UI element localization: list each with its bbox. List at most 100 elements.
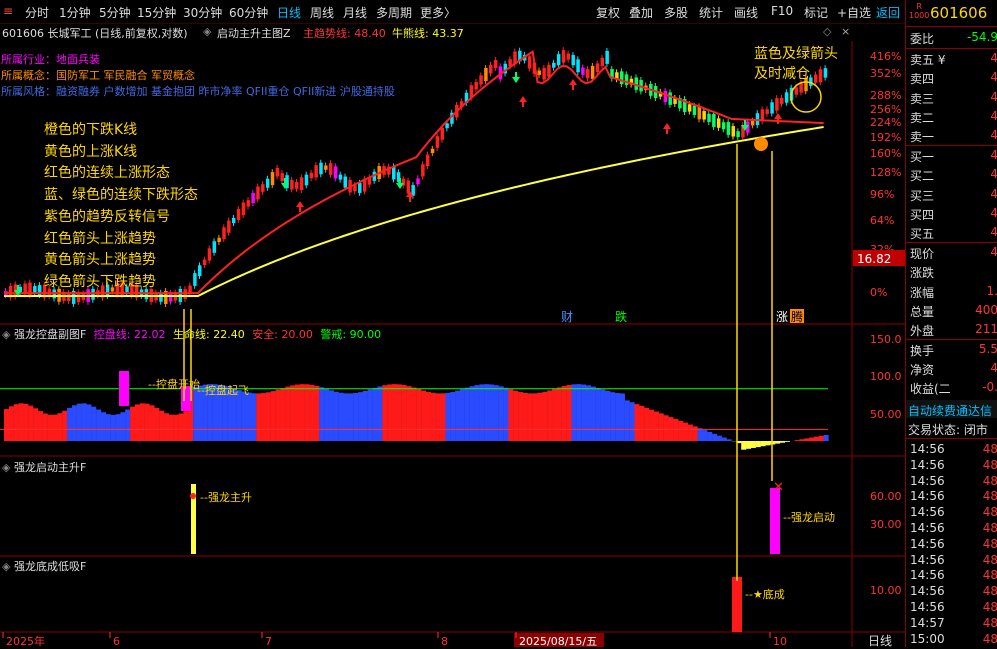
sub1-toggle-icon[interactable]: ◈ <box>2 328 14 341</box>
control-bar <box>329 390 334 441</box>
control-bar <box>780 441 785 443</box>
period-monthly[interactable]: 月线 <box>343 4 367 21</box>
candle-body <box>436 136 440 148</box>
control-bar <box>557 387 562 441</box>
period-6[interactable]: 60分钟 <box>229 4 268 21</box>
btn-zixuan[interactable]: +自选 <box>837 4 871 21</box>
candle-body <box>668 92 672 104</box>
close-icon[interactable]: × <box>841 25 850 38</box>
sub3-title[interactable]: 强龙底成低吸F <box>14 560 86 573</box>
period-more[interactable]: 更多〉 <box>420 4 456 21</box>
bull-bear-label: 牛熊线: 43.37 <box>392 25 464 41</box>
control-bar <box>683 423 688 441</box>
sub2-title[interactable]: 强龙启动主升F <box>14 461 86 474</box>
tick-time: 14:56 <box>910 505 945 519</box>
control-bar <box>280 388 285 441</box>
tick-price: 48 <box>983 458 997 472</box>
control-bar <box>567 385 572 441</box>
sub1-title[interactable]: 强龙控盘副图F <box>14 328 86 341</box>
period-weekly[interactable]: 周线 <box>310 4 334 21</box>
candle-body <box>334 166 338 178</box>
period-3[interactable]: 5分钟 <box>99 4 131 21</box>
indicator-toggle-icon[interactable]: ◈ <box>203 25 211 38</box>
indicator-name[interactable]: 启动主升主图Z <box>217 25 291 41</box>
tick-price: 48 <box>983 616 997 630</box>
control-bar <box>639 406 644 441</box>
candle-body <box>169 293 173 302</box>
candle-body <box>664 91 668 102</box>
stat-label: 收益(二 <box>910 380 951 397</box>
tick-time: 14:56 <box>910 442 945 456</box>
btn-diejia[interactable]: 叠加 <box>629 4 653 21</box>
sub-chart-bottom: 10.00--★底成 <box>732 577 902 632</box>
legend-blue-green-down: 蓝、绿色的连续下跌形态 <box>44 185 198 207</box>
candle-body <box>33 286 37 293</box>
btn-f10[interactable]: F10 <box>771 4 793 18</box>
tick-row: 15:0048 <box>908 631 997 649</box>
period-multi[interactable]: 多周期 <box>376 4 412 21</box>
date-label: 10 <box>773 635 787 647</box>
stat-label: 涨幅 <box>910 284 934 301</box>
period-2[interactable]: 1分钟 <box>59 4 91 21</box>
control-bar <box>819 436 824 441</box>
btn-back[interactable]: 返回 <box>876 4 900 21</box>
control-bar <box>693 426 698 441</box>
legend-orange-down: 橙色的下跌K线 <box>44 120 198 142</box>
candle-body <box>280 173 284 181</box>
notice-bar[interactable]: 自动续费通达信 <box>906 400 997 418</box>
candle-body <box>620 71 624 84</box>
period-4[interactable]: 15分钟 <box>137 4 176 21</box>
period-1[interactable]: 分时 <box>25 4 49 21</box>
period-corner-label: 日线 <box>868 634 892 647</box>
buy-label: 买三 <box>910 187 934 204</box>
sub3-toggle-icon[interactable]: ◈ <box>2 560 14 573</box>
candle-body <box>785 92 789 102</box>
control-bar <box>261 393 266 441</box>
control-bar <box>591 387 596 441</box>
price-axis-label: 160% <box>870 147 901 160</box>
btn-tongji[interactable]: 统计 <box>699 4 723 21</box>
buy-row: 买一4 <box>908 147 997 165</box>
candle-body <box>208 248 212 260</box>
control-bar <box>528 393 533 441</box>
control-bar <box>19 403 24 441</box>
candle-body <box>358 183 362 193</box>
main-trend-label: 主趋势线: 48.40 <box>303 25 386 41</box>
date-label: 6 <box>113 635 120 647</box>
btn-duogu[interactable]: 多股 <box>664 4 688 21</box>
candle-body <box>232 218 236 223</box>
stat-row: 总量400 <box>908 302 997 320</box>
down-arrow-icon <box>512 72 520 83</box>
period-daily[interactable]: 日线 <box>277 4 301 21</box>
btn-huaxian[interactable]: 画线 <box>734 4 758 21</box>
legend-red-up-form: 红色的连续上涨形态 <box>44 163 198 185</box>
badge-top: R <box>909 2 929 11</box>
control-bar <box>654 412 659 441</box>
sell-row: 卖三4 <box>908 89 997 107</box>
control-bar <box>785 441 790 442</box>
tick-price: 48 <box>983 521 997 535</box>
sub2-toggle-icon[interactable]: ◈ <box>2 461 14 474</box>
control-bar <box>625 400 630 441</box>
control-start-bar <box>119 371 129 406</box>
stat-value: 4 <box>990 245 997 259</box>
price-tag: 16.82 <box>857 252 891 266</box>
callout-text: 蓝色及绿箭头 及时减仓 <box>754 44 838 84</box>
candle-body <box>251 193 255 203</box>
menu-icon[interactable]: ≡ <box>3 4 13 18</box>
period-5[interactable]: 30分钟 <box>183 4 222 21</box>
tick-price: 48 <box>983 632 997 646</box>
btn-fuquan[interactable]: 复权 <box>596 4 620 21</box>
candle-body <box>271 172 275 185</box>
legend-annotations: 橙色的下跌K线 黄色的上涨K线 红色的连续上涨形态 蓝、绿色的连续下跌形态 紫色… <box>44 120 198 294</box>
expand-icon[interactable]: ◇ <box>823 25 831 38</box>
sell-value: 4 <box>990 90 997 104</box>
control-bar <box>746 441 751 449</box>
control-bar <box>489 384 494 441</box>
sell-value: 4 <box>990 51 997 65</box>
control-bar <box>431 393 436 441</box>
control-bar <box>33 408 38 441</box>
candle-body <box>736 131 740 137</box>
price-axis-label: 96% <box>870 188 894 201</box>
btn-biaoji[interactable]: 标记 <box>804 4 828 21</box>
